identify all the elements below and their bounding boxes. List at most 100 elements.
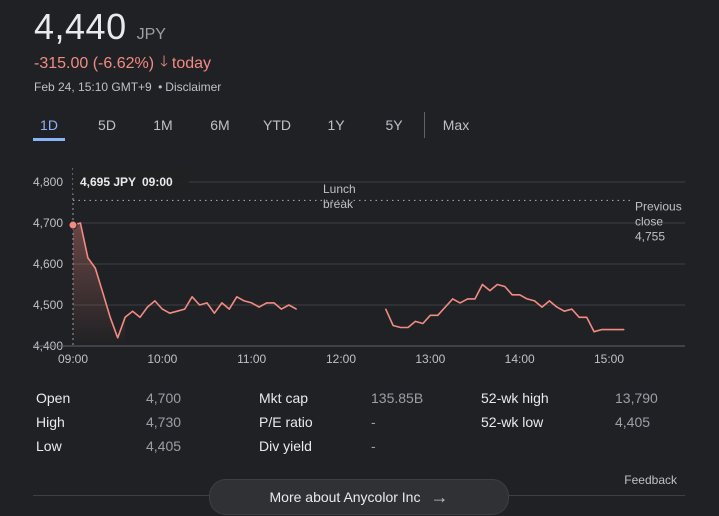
quote-meta: Feb 24, 15:10 GMT+9 • Disclaimer (34, 80, 221, 94)
price-change: -315.00 (-6.62%) 🡓 today (34, 51, 211, 76)
price-row: 4,440 JPY (34, 6, 166, 48)
x-tick-label: 09:00 (58, 352, 88, 366)
x-tick-label: 10:00 (147, 352, 177, 366)
data-point (534, 300, 536, 302)
data-point (467, 298, 469, 300)
data-point (474, 298, 476, 300)
tooltip-time: 09:00 (142, 175, 173, 189)
data-point (79, 222, 81, 224)
stat-value: 4,700 (146, 390, 182, 406)
data-point (94, 267, 96, 269)
data-point (243, 300, 245, 302)
stat-label: Mkt cap (259, 390, 309, 406)
previous-close-label: Previous (635, 199, 682, 213)
data-point (452, 298, 454, 300)
data-point (191, 296, 193, 298)
tab-6m[interactable]: 6M (205, 114, 235, 138)
feedback-link[interactable]: Feedback (624, 473, 677, 487)
stat-52wk-low: 52-wk low 4,405 (481, 412, 650, 432)
arrow-down-icon: 🡓 (160, 53, 168, 70)
data-point (623, 329, 625, 331)
data-point (400, 326, 402, 329)
lunch-break-label: Lunch (323, 182, 356, 196)
disclaimer-link[interactable]: Disclaimer (165, 80, 221, 94)
tab-1m[interactable]: 1M (148, 114, 178, 138)
stat-label: Div yield (259, 438, 312, 454)
stat-52wk-high: 52-wk high 13,790 (481, 388, 658, 408)
data-point (422, 322, 424, 325)
data-point (504, 285, 506, 288)
y-tick-label: 4,600 (33, 257, 63, 271)
data-point (489, 290, 491, 292)
data-point (199, 304, 201, 306)
arrow-right-icon: → (430, 486, 449, 507)
current-price: 4,440 (34, 6, 127, 47)
data-point (228, 308, 230, 310)
data-point (295, 308, 297, 310)
tab-1y[interactable]: 1Y (321, 114, 351, 138)
data-point (601, 329, 603, 331)
stat-label: Low (36, 438, 62, 454)
stat-value: 4,405 (615, 414, 651, 430)
data-point (511, 294, 513, 296)
data-point (556, 306, 558, 308)
tab-5y[interactable]: 5Y (379, 114, 409, 138)
data-point (615, 329, 618, 331)
data-point (109, 316, 111, 318)
more-about-button[interactable]: More about Anycolor Inc → (209, 479, 509, 515)
previous-close-value: 4,755 (635, 229, 665, 243)
data-point (429, 314, 431, 316)
data-point (548, 300, 551, 302)
change-period: today (171, 54, 212, 72)
data-point (385, 308, 387, 310)
data-point (593, 331, 595, 333)
data-point (102, 292, 104, 294)
stat-value: - (371, 414, 376, 430)
currency-code: JPY (136, 26, 166, 43)
data-point (392, 324, 394, 327)
data-point (117, 337, 119, 339)
data-point (213, 312, 215, 314)
data-point (132, 310, 134, 312)
stat-value: 4,730 (146, 414, 182, 430)
stat-value: 13,790 (615, 390, 658, 406)
data-point (526, 298, 528, 300)
tab-1d[interactable]: 1D (33, 114, 65, 141)
stat-label: P/E ratio (259, 414, 313, 430)
data-point (124, 316, 126, 318)
tab-divider (424, 112, 425, 138)
y-tick-label: 4,700 (33, 216, 63, 230)
data-point (154, 300, 156, 302)
data-point (608, 329, 610, 331)
hover-point (68, 220, 78, 230)
tooltip-price: 4,695 JPY (80, 175, 136, 189)
range-tabs: 1D 5D 1M 6M YTD 1Y 5Y Max (33, 114, 474, 141)
stat-label: 52-wk high (481, 390, 549, 406)
tab-5d[interactable]: 5D (93, 114, 121, 138)
data-point (437, 314, 439, 316)
stat-mkt-cap: Mkt cap 135.85B (259, 388, 423, 408)
data-point (496, 283, 498, 286)
x-tick-label: 15:00 (594, 352, 624, 366)
data-point (169, 312, 171, 314)
data-point (176, 310, 178, 312)
data-point (407, 326, 409, 329)
data-point (184, 308, 186, 310)
data-point (206, 302, 208, 304)
tab-ytd[interactable]: YTD (257, 114, 297, 138)
stat-value: 135.85B (371, 390, 424, 406)
price-chart[interactable]: 4,8004,7004,6004,5004,40009:00 10:00 11:00… (0, 160, 719, 375)
data-point (251, 302, 253, 304)
price-line (384, 283, 624, 333)
data-point (481, 283, 483, 286)
data-point (571, 308, 573, 310)
stat-label: 52-wk low (481, 414, 544, 430)
data-point (444, 306, 446, 308)
tab-max[interactable]: Max (438, 114, 474, 138)
x-tick-label: 12:00 (326, 352, 356, 366)
data-point (273, 302, 275, 304)
data-point (161, 308, 163, 310)
data-point (146, 306, 148, 308)
data-point (586, 316, 588, 318)
data-point (139, 316, 141, 318)
